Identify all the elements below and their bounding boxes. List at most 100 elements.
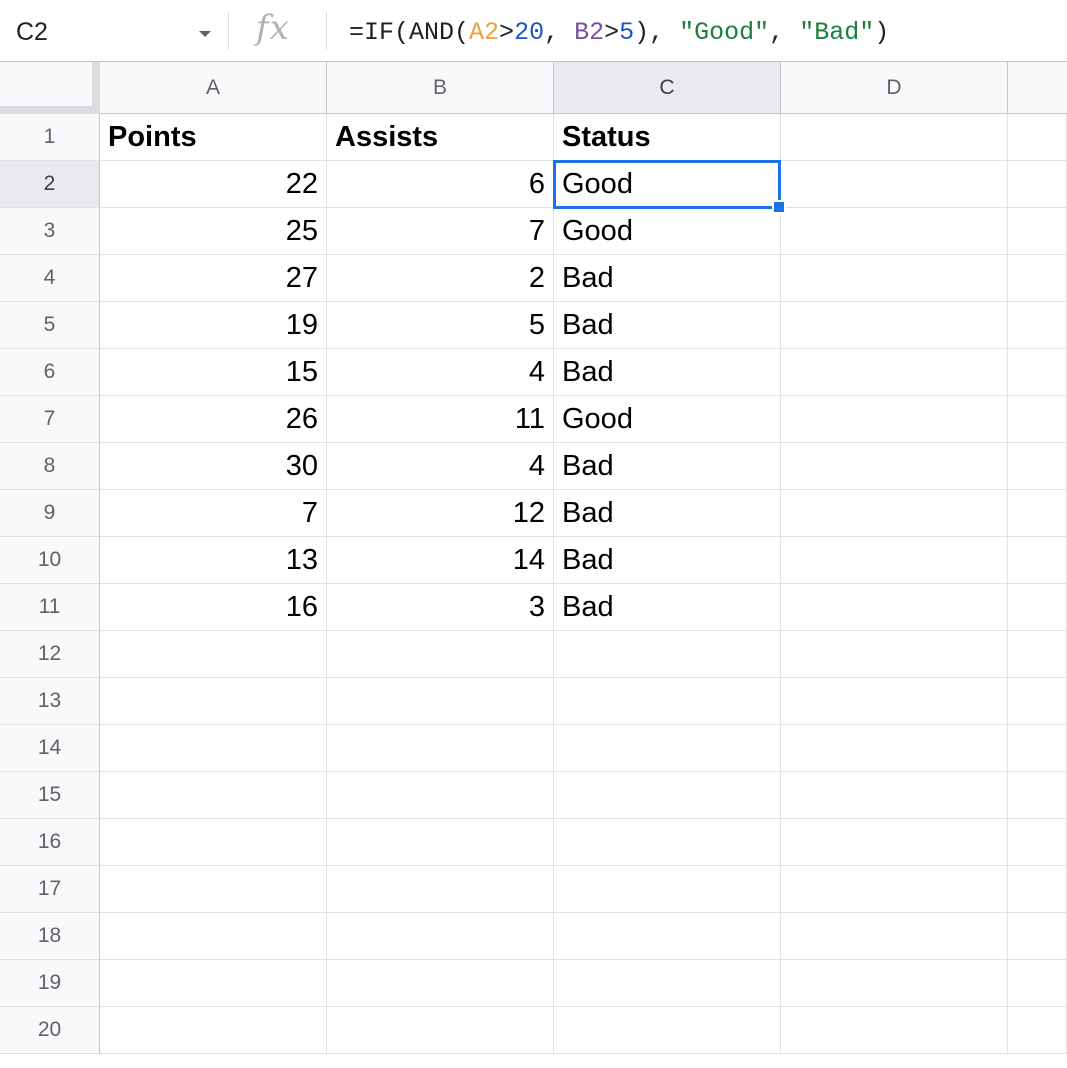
cell-a5[interactable]: 19 [100, 302, 327, 349]
cell-d13[interactable] [781, 678, 1008, 725]
cell-d15[interactable] [781, 772, 1008, 819]
cell-d19[interactable] [781, 960, 1008, 1007]
cell-c10[interactable]: Bad [554, 537, 781, 584]
cell-a14[interactable] [100, 725, 327, 772]
row-header-16[interactable]: 16 [0, 819, 100, 866]
row-header-10[interactable]: 10 [0, 537, 100, 584]
cell-e17[interactable] [1008, 866, 1067, 913]
chevron-down-icon[interactable] [199, 31, 211, 37]
cell-c6[interactable]: Bad [554, 349, 781, 396]
cell-b8[interactable]: 4 [327, 443, 554, 490]
cell-e19[interactable] [1008, 960, 1067, 1007]
cell-d5[interactable] [781, 302, 1008, 349]
cell-b5[interactable]: 5 [327, 302, 554, 349]
cell-c19[interactable] [554, 960, 781, 1007]
cell-a11[interactable]: 16 [100, 584, 327, 631]
cell-d16[interactable] [781, 819, 1008, 866]
cell-e10[interactable] [1008, 537, 1067, 584]
cell-b9[interactable]: 12 [327, 490, 554, 537]
cell-b13[interactable] [327, 678, 554, 725]
cell-c15[interactable] [554, 772, 781, 819]
cell-b11[interactable]: 3 [327, 584, 554, 631]
cell-b6[interactable]: 4 [327, 349, 554, 396]
cell-e20[interactable] [1008, 1007, 1067, 1054]
cell-c9[interactable]: Bad [554, 490, 781, 537]
cell-c2[interactable]: Good [554, 161, 781, 208]
cell-c5[interactable]: Bad [554, 302, 781, 349]
cell-a13[interactable] [100, 678, 327, 725]
cell-d1[interactable] [781, 114, 1008, 161]
cell-d9[interactable] [781, 490, 1008, 537]
cell-e9[interactable] [1008, 490, 1067, 537]
row-header-14[interactable]: 14 [0, 725, 100, 772]
cell-a3[interactable]: 25 [100, 208, 327, 255]
cell-a7[interactable]: 26 [100, 396, 327, 443]
cell-c3[interactable]: Good [554, 208, 781, 255]
cell-b20[interactable] [327, 1007, 554, 1054]
cell-e12[interactable] [1008, 631, 1067, 678]
cell-a18[interactable] [100, 913, 327, 960]
cell-c18[interactable] [554, 913, 781, 960]
column-header-b[interactable]: B [327, 62, 554, 114]
cell-e2[interactable] [1008, 161, 1067, 208]
cell-b18[interactable] [327, 913, 554, 960]
cell-c1[interactable]: Status [554, 114, 781, 161]
cell-e13[interactable] [1008, 678, 1067, 725]
cell-a10[interactable]: 13 [100, 537, 327, 584]
cell-a4[interactable]: 27 [100, 255, 327, 302]
cell-e18[interactable] [1008, 913, 1067, 960]
row-header-3[interactable]: 3 [0, 208, 100, 255]
cell-c20[interactable] [554, 1007, 781, 1054]
cell-d12[interactable] [781, 631, 1008, 678]
cell-d11[interactable] [781, 584, 1008, 631]
cell-b15[interactable] [327, 772, 554, 819]
cell-e16[interactable] [1008, 819, 1067, 866]
cell-c17[interactable] [554, 866, 781, 913]
cell-d17[interactable] [781, 866, 1008, 913]
cell-a1[interactable]: Points [100, 114, 327, 161]
row-header-20[interactable]: 20 [0, 1007, 100, 1054]
cell-d2[interactable] [781, 161, 1008, 208]
cell-e1[interactable] [1008, 114, 1067, 161]
column-header-d[interactable]: D [781, 62, 1008, 114]
cell-e3[interactable] [1008, 208, 1067, 255]
cell-a19[interactable] [100, 960, 327, 1007]
cell-c14[interactable] [554, 725, 781, 772]
row-header-17[interactable]: 17 [0, 866, 100, 913]
row-header-4[interactable]: 4 [0, 255, 100, 302]
cell-d14[interactable] [781, 725, 1008, 772]
row-header-11[interactable]: 11 [0, 584, 100, 631]
row-header-15[interactable]: 15 [0, 772, 100, 819]
cell-b12[interactable] [327, 631, 554, 678]
row-header-12[interactable]: 12 [0, 631, 100, 678]
cell-b1[interactable]: Assists [327, 114, 554, 161]
cell-b2[interactable]: 6 [327, 161, 554, 208]
row-header-13[interactable]: 13 [0, 678, 100, 725]
cell-e7[interactable] [1008, 396, 1067, 443]
row-header-8[interactable]: 8 [0, 443, 100, 490]
row-header-9[interactable]: 9 [0, 490, 100, 537]
name-box[interactable]: C2 [0, 0, 228, 62]
cell-c16[interactable] [554, 819, 781, 866]
formula-input[interactable]: =IF(AND(A2>20, B2>5), "Good", "Bad") [349, 18, 889, 47]
cell-b16[interactable] [327, 819, 554, 866]
freeze-handle-horizontal[interactable] [0, 106, 100, 114]
cell-e15[interactable] [1008, 772, 1067, 819]
cell-e8[interactable] [1008, 443, 1067, 490]
cell-b14[interactable] [327, 725, 554, 772]
cell-c4[interactable]: Bad [554, 255, 781, 302]
cell-a8[interactable]: 30 [100, 443, 327, 490]
row-header-6[interactable]: 6 [0, 349, 100, 396]
cell-a15[interactable] [100, 772, 327, 819]
cell-a16[interactable] [100, 819, 327, 866]
cell-b17[interactable] [327, 866, 554, 913]
cell-b10[interactable]: 14 [327, 537, 554, 584]
row-header-5[interactable]: 5 [0, 302, 100, 349]
cell-d10[interactable] [781, 537, 1008, 584]
cell-c13[interactable] [554, 678, 781, 725]
cell-d20[interactable] [781, 1007, 1008, 1054]
cell-d18[interactable] [781, 913, 1008, 960]
row-header-2[interactable]: 2 [0, 161, 100, 208]
cell-c8[interactable]: Bad [554, 443, 781, 490]
cell-d6[interactable] [781, 349, 1008, 396]
